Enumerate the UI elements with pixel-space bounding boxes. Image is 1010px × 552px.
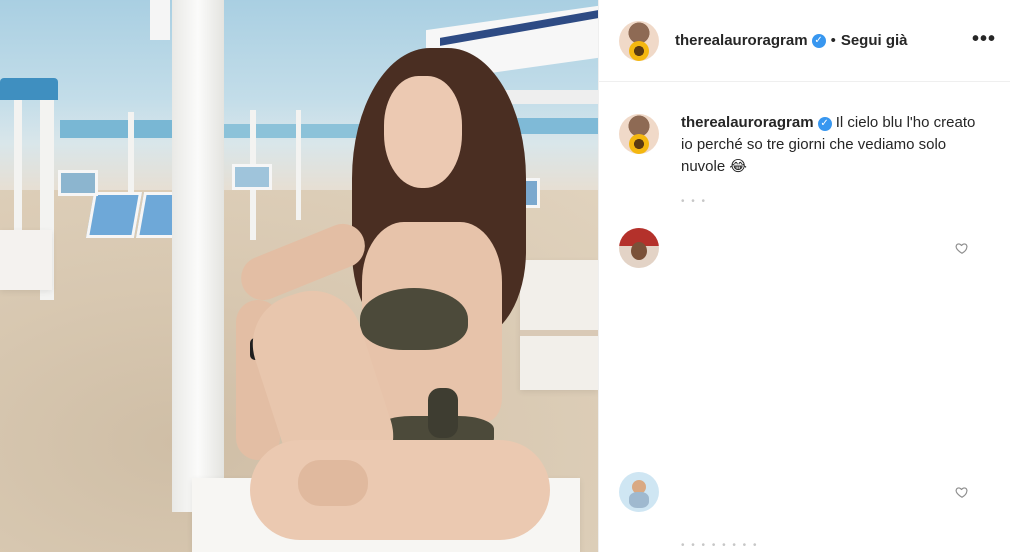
beach-chair [58, 170, 98, 196]
comment-meta-faded: • • • • • • • • [681, 540, 759, 551]
commenter-avatar[interactable] [619, 472, 659, 512]
comment-row [619, 228, 991, 268]
bracelet [428, 388, 458, 438]
thigh [250, 440, 550, 540]
separator-dot: • [830, 32, 836, 49]
verified-badge-icon: ✓ [811, 33, 826, 48]
following-button[interactable]: Segui già [841, 32, 908, 49]
more-options-icon[interactable]: ••• [972, 28, 996, 51]
white-pole [172, 0, 224, 512]
bikini-top [360, 288, 468, 350]
beach-chair [232, 164, 272, 190]
sunflower-icon [629, 40, 649, 61]
post-photo[interactable] [0, 0, 598, 552]
post-details-panel: therealauroragram ✓ • Segui già ••• ther… [598, 0, 1010, 552]
verified-badge-icon: ✓ [817, 117, 832, 131]
hanging-cloth [150, 0, 170, 40]
header-username[interactable]: therealauroragram [675, 32, 808, 49]
commenter-avatar[interactable] [619, 228, 659, 268]
avatar-face [631, 242, 647, 260]
post-header: therealauroragram ✓ • Segui già ••• [599, 0, 1010, 82]
beach-bench [0, 230, 52, 290]
face [384, 76, 462, 188]
caption-avatar[interactable] [619, 114, 659, 154]
like-heart-icon[interactable] [955, 241, 969, 255]
umbrella [210, 124, 360, 138]
cabin-stripe [520, 330, 598, 336]
comment-row [619, 472, 991, 512]
avatar-body [629, 492, 649, 508]
beach-chair [85, 192, 143, 238]
caption-username[interactable]: therealauroragram [681, 114, 814, 131]
umbrella [0, 78, 58, 100]
post-caption: therealauroragram ✓ Il cielo blu l'ho cre… [619, 112, 991, 178]
umbrella-pole [296, 110, 301, 220]
umbrella-pole [14, 100, 22, 230]
like-heart-icon[interactable] [955, 485, 969, 499]
cabin-wall [520, 260, 598, 390]
profile-avatar[interactable] [619, 20, 659, 61]
caption-text-block: therealauroragram ✓ Il cielo blu l'ho cre… [681, 112, 991, 178]
hand [298, 460, 368, 506]
sunflower-icon [629, 134, 649, 154]
caption-meta-faded: • • • [681, 196, 708, 207]
